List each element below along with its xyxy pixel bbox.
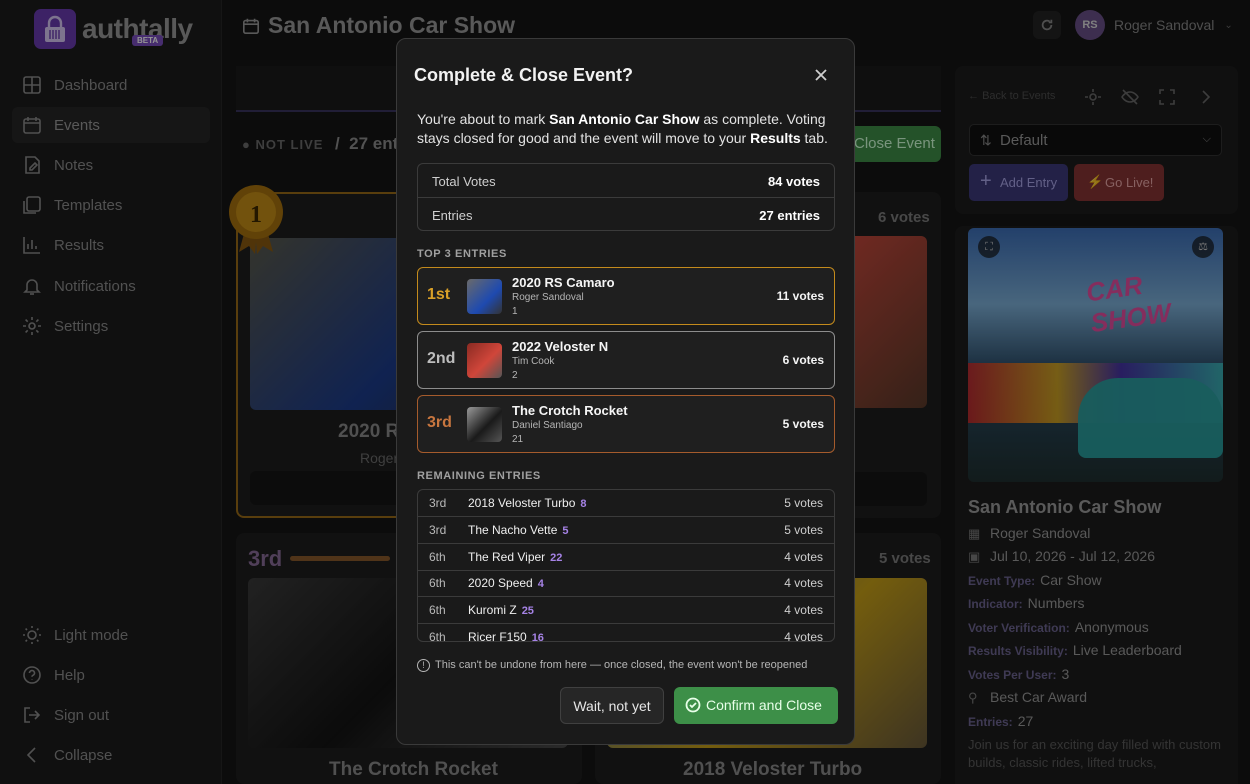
confirm-close-button[interactable]: Confirm and Close — [674, 687, 838, 724]
entry-owner: Daniel Santiago — [512, 420, 583, 431]
entry-votes: 4 votes — [784, 630, 823, 642]
entry-name-wrap: The Red Viper 22 — [468, 550, 562, 564]
list-item: 3rd 2018 Veloster Turbo 8 5 votes — [418, 490, 834, 517]
entry-votes: 11 votes — [776, 289, 824, 303]
top3-heading: TOP 3 ENTRIES — [417, 248, 507, 260]
entry-name: The Red Viper — [468, 550, 546, 564]
entry-thumbnail — [467, 343, 502, 378]
total-votes-value: 84 votes — [767, 174, 820, 189]
list-item: 6th Kuromi Z 25 4 votes — [418, 597, 834, 624]
entry-number: 2 — [512, 370, 518, 381]
entry-name: 2020 RS Camaro — [512, 275, 615, 290]
warning-note: ! This can't be undone from here — once c… — [417, 659, 807, 672]
entry-number: 5 — [562, 525, 569, 537]
top-entry-1: 1st 2020 RS Camaro Roger Sandoval 1 11 v… — [417, 267, 835, 325]
entry-name-wrap: 2020 Speed 4 — [468, 576, 544, 590]
list-item: 6th Ricer F150 16 4 votes — [418, 624, 834, 642]
entry-votes: 5 votes — [784, 496, 823, 510]
list-item: 6th 2020 Speed 4 4 votes — [418, 570, 834, 597]
total-votes-row: Total Votes 84 votes — [418, 164, 834, 197]
entry-rank: 1st — [427, 286, 451, 303]
entry-name: 2018 Veloster Turbo — [468, 496, 576, 510]
entry-number: 4 — [537, 578, 544, 590]
entry-name-wrap: 2018 Veloster Turbo 8 — [468, 496, 587, 510]
entry-name: 2020 Speed — [468, 576, 533, 590]
entry-name: 2022 Veloster N — [512, 339, 609, 354]
entry-rank: 3rd — [429, 523, 447, 537]
entry-owner: Tim Cook — [512, 356, 555, 367]
entry-votes: 6 votes — [782, 353, 824, 367]
entry-name-wrap: Kuromi Z 25 — [468, 603, 534, 617]
totals-summary: Total Votes 84 votes Entries 27 entries — [417, 163, 835, 231]
entry-owner: Roger Sandoval — [512, 292, 584, 303]
list-item: 3rd The Nacho Vette 5 5 votes — [418, 517, 834, 544]
entry-votes: 4 votes — [784, 603, 823, 617]
entries-value: 27 entries — [759, 208, 820, 223]
entries-row: Entries 27 entries — [418, 198, 834, 231]
entry-number: 21 — [512, 434, 524, 445]
entry-name-wrap: Ricer F150 16 — [468, 630, 544, 642]
close-event-dialog: Complete & Close Event? You're about to … — [396, 38, 855, 745]
intro-text: tab. — [800, 130, 828, 146]
top-entry-2: 2nd 2022 Veloster N Tim Cook 2 6 votes — [417, 331, 835, 389]
entry-name: Kuromi Z — [468, 603, 517, 617]
warning-text: This can't be undone from here — once cl… — [435, 659, 808, 671]
entry-votes: 5 votes — [782, 417, 824, 431]
entry-votes: 5 votes — [784, 523, 823, 537]
entry-name-wrap: The Nacho Vette 5 — [468, 523, 569, 537]
intro-text: You're about to mark — [417, 111, 550, 127]
entry-rank: 3rd — [429, 496, 447, 510]
entry-name: The Nacho Vette — [468, 523, 558, 537]
remaining-entries-list[interactable]: 3rd 2018 Veloster Turbo 8 5 votes 3rd The Na… — [417, 489, 835, 642]
entry-rank: 3rd — [427, 414, 452, 431]
entry-rank: 6th — [429, 603, 446, 617]
confirm-label: Confirm and Close — [706, 697, 822, 713]
entry-rank: 2nd — [427, 350, 456, 367]
total-votes-label: Total Votes — [432, 174, 496, 189]
app-root: authtally BETA Dashboard Events Notes Te… — [0, 0, 1250, 784]
close-dialog-button[interactable] — [811, 65, 831, 85]
info-icon: ! — [417, 659, 430, 672]
intro-event-name: San Antonio Car Show — [549, 111, 700, 127]
cancel-button[interactable]: Wait, not yet — [560, 687, 664, 724]
entry-thumbnail — [467, 279, 502, 314]
entry-number: 22 — [550, 552, 563, 564]
entries-label: Entries — [432, 208, 473, 223]
entry-rank: 6th — [429, 630, 446, 642]
entry-thumbnail — [467, 407, 502, 442]
list-item: 6th The Red Viper 22 4 votes — [418, 544, 834, 571]
dialog-intro: You're about to mark San Antonio Car Sho… — [417, 110, 837, 148]
entry-name: Ricer F150 — [468, 630, 527, 642]
entry-rank: 6th — [429, 576, 446, 590]
close-icon — [815, 69, 827, 81]
entry-number: 25 — [521, 605, 534, 617]
top-entry-3: 3rd The Crotch Rocket Daniel Santiago 21… — [417, 395, 835, 453]
entry-number: 16 — [531, 632, 544, 642]
entry-votes: 4 votes — [784, 550, 823, 564]
remaining-heading: REMAINING ENTRIES — [417, 470, 541, 482]
entry-rank: 6th — [429, 550, 446, 564]
dialog-title: Complete & Close Event? — [414, 65, 634, 85]
entry-number: 1 — [512, 306, 518, 317]
check-circle-icon — [685, 697, 701, 713]
intro-tab-name: Results — [750, 130, 801, 146]
entry-votes: 4 votes — [784, 576, 823, 590]
entry-name: The Crotch Rocket — [512, 403, 628, 418]
entry-number: 8 — [580, 498, 587, 510]
